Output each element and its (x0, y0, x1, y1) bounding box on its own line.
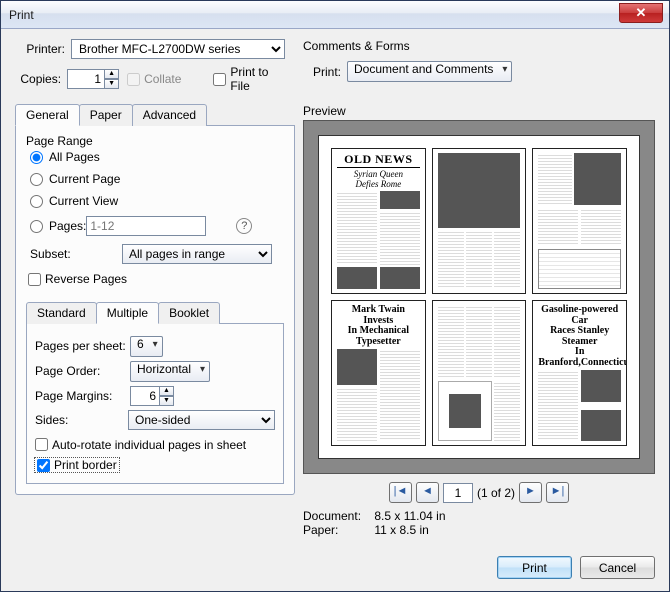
nav-prev-button[interactable]: ◄ (416, 482, 439, 503)
page-order-select[interactable]: Horizontal (130, 361, 210, 382)
pps-select[interactable]: 6 (130, 336, 163, 357)
main-tabs: General Paper Advanced (15, 103, 295, 126)
doc-size-label: Document: (303, 509, 371, 523)
radio-all-pages[interactable] (30, 151, 43, 164)
preview-area: OLD NEWS Syrian Queen Defies Rome (303, 120, 655, 474)
copies-input[interactable] (67, 69, 105, 89)
cf-print-select[interactable]: Document and Comments (347, 61, 512, 82)
radio-current-view[interactable] (30, 195, 43, 208)
copies-down-icon[interactable]: ▼ (104, 79, 119, 89)
nav-next-button[interactable]: ► (519, 482, 542, 503)
margins-down-icon[interactable]: ▼ (159, 396, 174, 406)
collate-checkbox: Collate (127, 72, 181, 86)
tab-advanced[interactable]: Advanced (132, 104, 207, 126)
nav-first-button[interactable]: |◄ (389, 482, 412, 503)
copies-label: Copies: (15, 72, 61, 86)
radio-current-page[interactable] (30, 173, 43, 186)
subset-label: Subset: (30, 247, 122, 261)
reverse-pages-checkbox[interactable]: Reverse Pages (28, 272, 127, 286)
radio-pages[interactable] (30, 220, 43, 233)
doc-size-value: 8.5 x 11.04 in (374, 509, 445, 523)
tab-booklet[interactable]: Booklet (158, 302, 220, 324)
paper-size-value: 11 x 8.5 in (374, 523, 428, 537)
paper-size-label: Paper: (303, 523, 371, 537)
preview-page-6: Gasoline-powered Car Races Stanley Steam… (532, 300, 627, 446)
page-order-label: Page Order: (35, 364, 130, 378)
margins-up-icon[interactable]: ▲ (159, 386, 174, 396)
print-to-file-checkbox[interactable]: Print to File (213, 65, 285, 93)
titlebar: Print ✕ (1, 1, 669, 29)
cancel-button[interactable]: Cancel (580, 556, 655, 579)
comments-forms-group: Comments & Forms (303, 39, 655, 53)
nav-page-input[interactable] (443, 483, 473, 503)
general-panel: Page Range All Pages Current Page Curren… (15, 126, 295, 495)
close-button[interactable]: ✕ (619, 3, 663, 23)
subset-select[interactable]: All pages in range (122, 244, 272, 264)
right-column: Comments & Forms Print: Document and Com… (303, 39, 655, 543)
page-margins-label: Page Margins: (35, 389, 130, 403)
preview-sheet: OLD NEWS Syrian Queen Defies Rome (318, 135, 640, 459)
cf-print-label: Print: (313, 65, 341, 79)
print-border-checkbox[interactable]: Print border (35, 458, 119, 472)
preview-page-2 (432, 148, 527, 294)
tab-paper[interactable]: Paper (79, 104, 133, 126)
copies-spinner[interactable]: ▲ ▼ (67, 69, 119, 89)
tab-multiple[interactable]: Multiple (96, 302, 159, 324)
page-range-group: Page Range (26, 134, 284, 148)
auto-rotate-checkbox[interactable]: Auto-rotate individual pages in sheet (35, 438, 246, 452)
printer-label: Printer: (15, 42, 65, 56)
preview-page-4: Mark Twain Invests In Mechanical Typeset… (331, 300, 426, 446)
tab-standard[interactable]: Standard (26, 302, 97, 324)
button-row: Print Cancel (497, 556, 655, 579)
sides-select[interactable]: One-sided (128, 410, 275, 430)
print-button[interactable]: Print (497, 556, 572, 579)
multiple-panel: Pages per sheet: 6 Page Order: Horizonta… (26, 324, 284, 484)
preview-page-3 (532, 148, 627, 294)
preview-page-5 (432, 300, 527, 446)
pps-label: Pages per sheet: (35, 339, 130, 353)
sides-label: Sides: (35, 413, 128, 427)
preview-label: Preview (303, 104, 655, 118)
nav-last-button[interactable]: ►| (546, 482, 569, 503)
printer-select[interactable]: Brother MFC-L2700DW series (71, 39, 285, 59)
sub-tabs: Standard Multiple Booklet (26, 301, 284, 324)
page-margins-input[interactable] (130, 386, 160, 406)
print-dialog: Print ✕ Printer: Brother MFC-L2700DW ser… (0, 0, 670, 592)
help-icon[interactable]: ? (236, 218, 252, 234)
copies-up-icon[interactable]: ▲ (104, 69, 119, 79)
nav-page-of: (1 of 2) (477, 486, 515, 500)
window-title: Print (9, 8, 34, 22)
page-margins-spinner[interactable]: ▲ ▼ (130, 386, 174, 406)
left-column: Printer: Brother MFC-L2700DW series Copi… (15, 39, 295, 495)
pages-input[interactable] (86, 216, 206, 236)
preview-nav: |◄ ◄ (1 of 2) ► ►| (303, 482, 655, 503)
tab-general[interactable]: General (15, 104, 80, 126)
preview-page-1: OLD NEWS Syrian Queen Defies Rome (331, 148, 426, 294)
content: Printer: Brother MFC-L2700DW series Copi… (1, 29, 669, 591)
